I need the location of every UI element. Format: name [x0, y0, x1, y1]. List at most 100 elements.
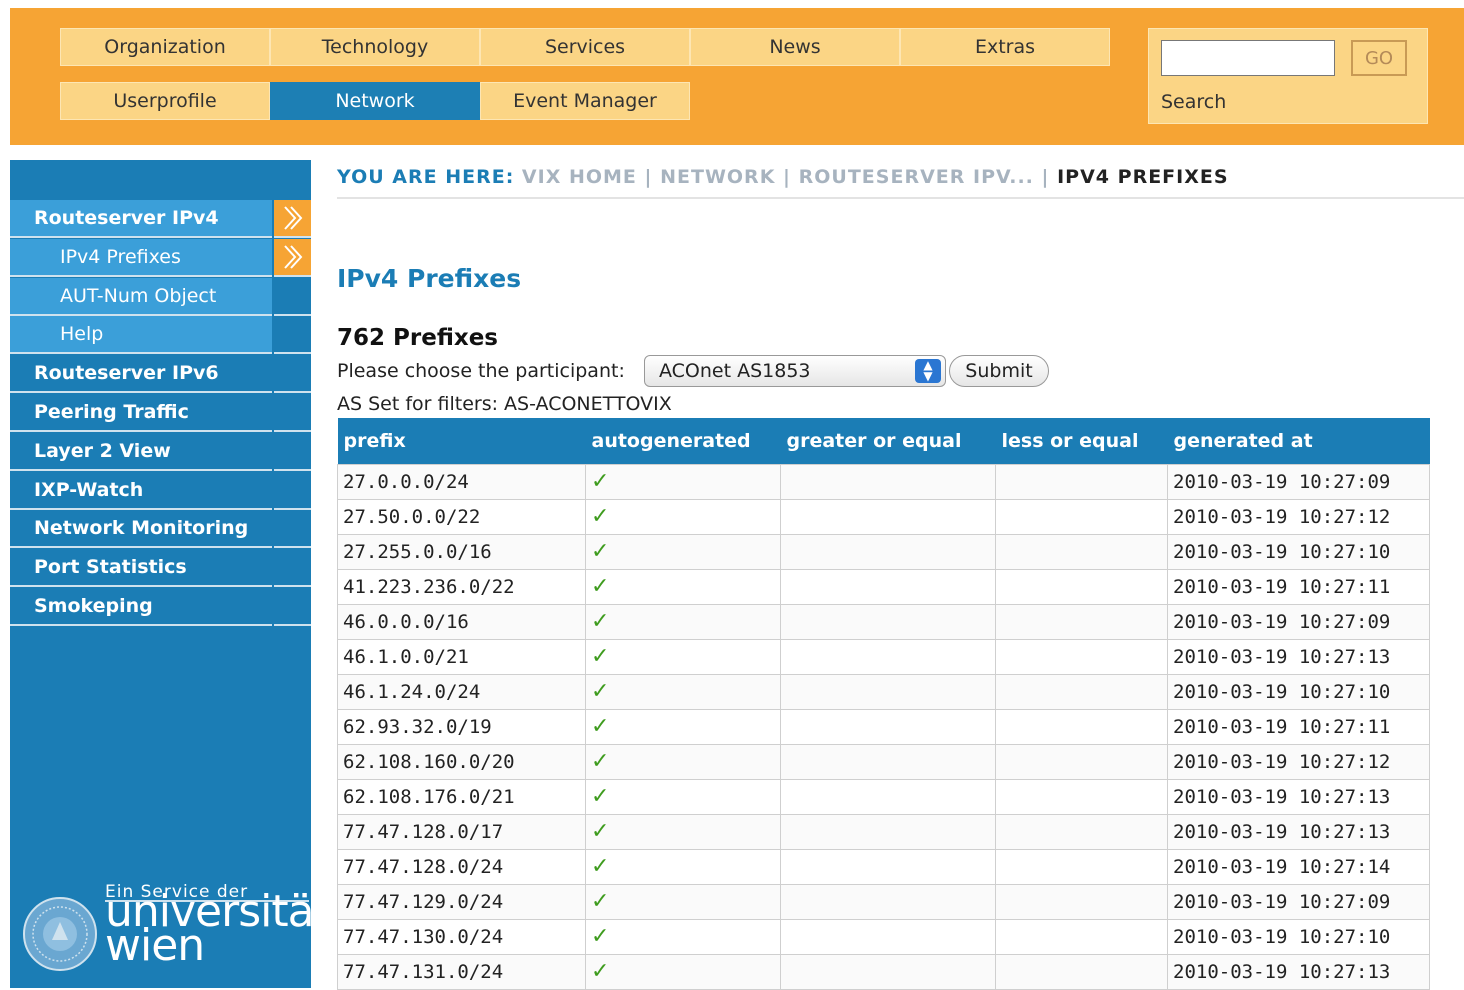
sidebar-item-network-monitoring[interactable]: Network Monitoring — [10, 510, 272, 549]
cell-generated-at: 2010-03-19 10:27:12 — [1167, 498, 1430, 535]
cell-autogenerated: ✓ — [585, 883, 781, 920]
cell-autogenerated: ✓ — [585, 498, 781, 535]
nav-userprofile[interactable]: Userprofile — [60, 82, 270, 120]
table-row: 62.108.176.0/21 ✓ 2010-03-19 10:27:13 — [337, 778, 1430, 815]
cell-less-or-equal — [995, 568, 1168, 605]
cell-prefix: 27.50.0.0/22 — [337, 498, 586, 535]
nav-technology[interactable]: Technology — [270, 28, 480, 66]
cell-autogenerated: ✓ — [585, 673, 781, 710]
university-logo[interactable]: universität wien — [105, 890, 331, 968]
cell-autogenerated: ✓ — [585, 953, 781, 990]
sidebar-item-marker — [274, 471, 311, 510]
table-row: 77.47.129.0/24 ✓ 2010-03-19 10:27:09 — [337, 883, 1430, 920]
cell-less-or-equal — [995, 743, 1168, 780]
cell-generated-at: 2010-03-19 10:27:09 — [1167, 463, 1430, 500]
divider — [337, 197, 1464, 199]
top-header: Organization Technology Services News Ex… — [10, 8, 1464, 145]
cell-autogenerated: ✓ — [585, 918, 781, 955]
cell-prefix: 27.255.0.0/16 — [337, 533, 586, 570]
checkmark-icon: ✓ — [591, 469, 610, 494]
cell-greater-or-equal — [780, 498, 996, 535]
checkmark-icon: ✓ — [591, 959, 610, 984]
nav-event-manager[interactable]: Event Manager — [480, 82, 690, 120]
table-row: 77.47.128.0/24 ✓ 2010-03-19 10:27:14 — [337, 848, 1430, 885]
checkmark-icon: ✓ — [591, 574, 610, 599]
cell-greater-or-equal — [780, 463, 996, 500]
sidebar-item-label: Help — [60, 323, 104, 346]
column-header-greater-or-equal[interactable]: greater or equal — [780, 418, 996, 464]
breadcrumb-link-home[interactable]: VIX HOME — [522, 166, 637, 188]
sidebar-item-smokeping[interactable]: Smokeping — [10, 588, 272, 626]
cell-prefix: 62.108.176.0/21 — [337, 778, 586, 815]
column-header-prefix[interactable]: prefix — [337, 418, 586, 464]
prefix-count: 762 Prefixes — [337, 325, 498, 351]
sidebar-item-routeserver-ipv6[interactable]: Routeserver IPv6 — [10, 355, 272, 394]
go-button[interactable]: GO — [1351, 40, 1407, 76]
submit-button[interactable]: Submit — [949, 355, 1049, 387]
sidebar-item-layer-2-view[interactable]: Layer 2 View — [10, 433, 272, 471]
sidebar-item-peering-traffic[interactable]: Peering Traffic — [10, 394, 272, 432]
breadcrumb-separator: | — [1041, 166, 1050, 188]
cell-greater-or-equal — [780, 743, 996, 780]
cell-prefix: 46.1.0.0/21 — [337, 638, 586, 675]
search-panel: GO Search — [1148, 28, 1428, 124]
as-set-label: AS Set for filters: AS-ACONETTOVIX — [337, 393, 672, 415]
cell-greater-or-equal — [780, 673, 996, 710]
sidebar-item-routeserver-ipv4[interactable]: Routeserver IPv4 — [10, 200, 272, 238]
cell-prefix: 77.47.129.0/24 — [337, 883, 586, 920]
sidebar-item-label: Port Statistics — [34, 556, 187, 579]
column-header-less-or-equal[interactable]: less or equal — [995, 418, 1168, 464]
search-input[interactable] — [1161, 40, 1335, 76]
participant-label: Please choose the participant: — [337, 360, 625, 382]
breadcrumb-prefix: YOU ARE HERE: — [337, 166, 515, 188]
cell-greater-or-equal — [780, 813, 996, 850]
cell-less-or-equal — [995, 708, 1168, 745]
sidebar-item-label: AUT-Num Object — [60, 284, 217, 307]
sidebar-item-label: Layer 2 View — [34, 439, 171, 462]
cell-prefix: 77.47.128.0/17 — [337, 813, 586, 850]
sidebar-item-port-statistics[interactable]: Port Statistics — [10, 549, 272, 588]
nav-news[interactable]: News — [690, 28, 900, 66]
checkmark-icon: ✓ — [591, 854, 610, 879]
nav-services[interactable]: Services — [480, 28, 690, 66]
sidebar-item-help[interactable]: Help — [10, 316, 272, 355]
chevron-right-icon — [274, 238, 311, 277]
sidebar-item-marker — [274, 510, 311, 549]
sidebar-item-aut-num-object[interactable]: AUT-Num Object — [10, 277, 272, 316]
checkmark-icon: ✓ — [591, 609, 610, 634]
cell-prefix: 46.1.24.0/24 — [337, 673, 586, 710]
cell-prefix: 62.108.160.0/20 — [337, 743, 586, 780]
table-row: 62.108.160.0/20 ✓ 2010-03-19 10:27:12 — [337, 743, 1430, 780]
participant-selected-value: ACOnet AS1853 — [659, 360, 811, 382]
checkmark-icon: ✓ — [591, 889, 610, 914]
cell-greater-or-equal — [780, 883, 996, 920]
sidebar-item-ixp-watch[interactable]: IXP-Watch — [10, 472, 272, 510]
breadcrumb-link-routeserver[interactable]: ROUTESERVER IPV... — [799, 166, 1034, 188]
checkmark-icon: ✓ — [591, 924, 610, 949]
sidebar-item-marker — [274, 549, 311, 588]
cell-prefix: 77.47.131.0/24 — [337, 953, 586, 990]
cell-less-or-equal — [995, 498, 1168, 535]
sidebar-item-marker — [274, 316, 311, 355]
cell-greater-or-equal — [780, 708, 996, 745]
table-row: 77.47.131.0/24 ✓ 2010-03-19 10:27:13 — [337, 953, 1430, 990]
breadcrumb-link-network[interactable]: NETWORK — [660, 166, 775, 188]
cell-greater-or-equal — [780, 953, 996, 990]
breadcrumb: YOU ARE HERE: VIX HOME | NETWORK | ROUTE… — [337, 166, 1229, 188]
table-row: 46.1.24.0/24 ✓ 2010-03-19 10:27:10 — [337, 673, 1430, 710]
cell-greater-or-equal — [780, 778, 996, 815]
column-header-generated-at[interactable]: generated at — [1167, 418, 1430, 464]
sidebar-item-ipv4-prefixes[interactable]: IPv4 Prefixes — [10, 238, 272, 277]
cell-generated-at: 2010-03-19 10:27:09 — [1167, 883, 1430, 920]
cell-less-or-equal — [995, 778, 1168, 815]
cell-prefix: 77.47.128.0/24 — [337, 848, 586, 885]
cell-less-or-equal — [995, 603, 1168, 640]
nav-network[interactable]: Network — [270, 82, 480, 120]
cell-autogenerated: ✓ — [585, 848, 781, 885]
participant-select[interactable]: ACOnet AS1853 ▲ ▼ — [644, 355, 946, 387]
nav-extras[interactable]: Extras — [900, 28, 1110, 66]
nav-organization[interactable]: Organization — [60, 28, 270, 66]
cell-greater-or-equal — [780, 638, 996, 675]
cell-greater-or-equal — [780, 848, 996, 885]
column-header-autogenerated[interactable]: autogenerated — [585, 418, 781, 464]
